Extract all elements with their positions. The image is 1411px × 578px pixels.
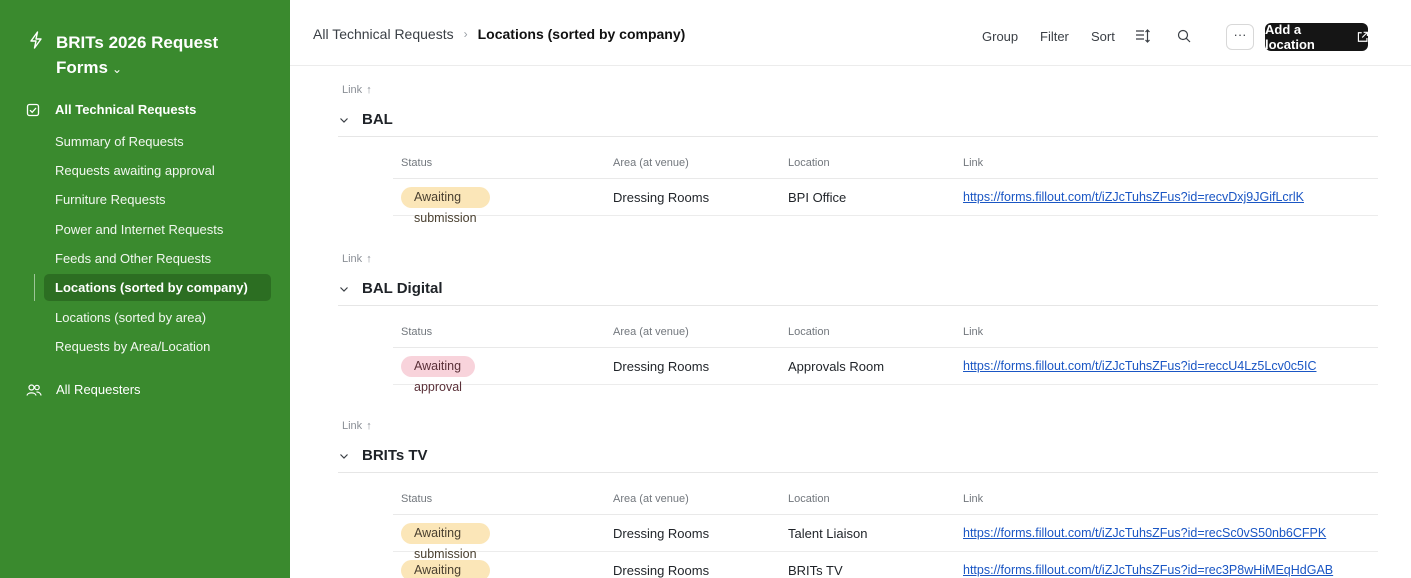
bolt-icon xyxy=(30,31,42,49)
column-header-area[interactable]: Area (at venue) xyxy=(613,483,689,515)
sidebar-item-all-requesters[interactable]: All Requesters xyxy=(26,382,141,397)
form-link[interactable]: https://forms.fillout.com/t/iZJcTuhsZFus… xyxy=(963,179,1304,216)
group-name: BRITs TV xyxy=(362,447,428,464)
group-table: Status Area (at venue) Location Link Awa… xyxy=(393,147,1378,225)
status-badge: Awaiting submission xyxy=(401,187,490,225)
search-icon[interactable] xyxy=(1176,28,1192,44)
breadcrumb-current: Locations (sorted by company) xyxy=(477,26,686,42)
sort-button[interactable]: Sort xyxy=(1091,29,1115,44)
status-badge: Awaiting submission xyxy=(401,523,490,561)
sidebar-item-locations-company[interactable]: Locations (sorted by company) xyxy=(44,274,271,301)
add-location-button[interactable]: Add a location xyxy=(1265,22,1368,52)
sidebar-item-power-internet[interactable]: Power and Internet Requests xyxy=(44,216,271,243)
form-link[interactable]: https://forms.fillout.com/t/iZJcTuhsZFus… xyxy=(963,348,1316,385)
app-title[interactable]: BRITs 2026 Request Forms ⌄ xyxy=(28,30,236,82)
location-cell: BPI Office xyxy=(788,190,847,205)
chevron-right-icon: › xyxy=(463,27,468,41)
table-row[interactable]: Awaiting submission Dressing Rooms BPI O… xyxy=(393,179,1378,225)
sidebar-item-awaiting-approval[interactable]: Requests awaiting approval xyxy=(44,157,271,184)
column-header-area[interactable]: Area (at venue) xyxy=(613,316,689,348)
column-header-location[interactable]: Location xyxy=(788,483,830,515)
sidebar-item-by-area-location[interactable]: Requests by Area/Location xyxy=(44,333,271,360)
sidebar: BRITs 2026 Request Forms ⌄ All Technical … xyxy=(0,0,290,578)
group-sort-label[interactable]: Link ↑ xyxy=(342,253,372,265)
group-name: BAL xyxy=(362,111,393,128)
area-cell: Dressing Rooms xyxy=(613,526,710,541)
checkbox-icon xyxy=(26,103,40,116)
location-cell: BRITs TV xyxy=(788,563,843,578)
table-row[interactable]: Awaiting submission Dressing Rooms Talen… xyxy=(393,515,1378,561)
column-header-link[interactable]: Link xyxy=(963,147,983,179)
form-link[interactable]: https://forms.fillout.com/t/iZJcTuhsZFus… xyxy=(963,552,1333,578)
arrow-up-icon: ↑ xyxy=(366,420,372,432)
group-table: Status Area (at venue) Location Link Awa… xyxy=(393,483,1378,578)
location-cell: Talent Liaison xyxy=(788,526,868,541)
table-header: Status Area (at venue) Location Link xyxy=(393,483,1378,515)
table-header: Status Area (at venue) Location Link xyxy=(393,316,1378,348)
people-icon xyxy=(26,383,42,396)
sidebar-item-locations-area[interactable]: Locations (sorted by area) xyxy=(44,304,271,331)
breadcrumb: All Technical Requests › Locations (sort… xyxy=(313,26,685,42)
group-sort-label[interactable]: Link ↑ xyxy=(342,84,372,96)
group-header[interactable]: BAL Digital xyxy=(338,272,1378,306)
chevron-down-icon[interactable]: ⌄ xyxy=(112,62,122,76)
status-badge: Awaiting approval xyxy=(401,356,475,394)
arrow-up-icon: ↑ xyxy=(366,84,372,96)
group-header[interactable]: BAL xyxy=(338,103,1378,137)
area-cell: Dressing Rooms xyxy=(613,563,710,578)
group-button[interactable]: Group xyxy=(982,29,1018,44)
row-height-icon[interactable] xyxy=(1135,28,1151,44)
chevron-down-icon[interactable] xyxy=(338,450,350,462)
arrow-up-icon: ↑ xyxy=(366,253,372,265)
group-sort-label[interactable]: Link ↑ xyxy=(342,420,372,432)
status-badge: Awaiting submission xyxy=(401,560,490,578)
column-header-status[interactable]: Status xyxy=(401,316,432,348)
table-row[interactable]: Awaiting submission Dressing Rooms BRITs… xyxy=(393,552,1378,578)
chevron-down-icon[interactable] xyxy=(338,283,350,295)
location-cell: Approvals Room xyxy=(788,359,885,374)
header: All Technical Requests › Locations (sort… xyxy=(290,0,1411,66)
external-link-icon xyxy=(1357,31,1368,42)
column-header-area[interactable]: Area (at venue) xyxy=(613,147,689,179)
requesters-label: All Requesters xyxy=(56,382,141,397)
group-header[interactable]: BRITs TV xyxy=(338,439,1378,473)
area-cell: Dressing Rooms xyxy=(613,190,710,205)
filter-button[interactable]: Filter xyxy=(1040,29,1069,44)
column-header-status[interactable]: Status xyxy=(401,147,432,179)
column-header-location[interactable]: Location xyxy=(788,316,830,348)
sidebar-section-technical-requests[interactable]: All Technical Requests xyxy=(26,102,196,117)
table-row[interactable]: Awaiting approval Dressing Rooms Approva… xyxy=(393,348,1378,394)
sidebar-item-summary[interactable]: Summary of Requests xyxy=(44,128,271,155)
table-header: Status Area (at venue) Location Link xyxy=(393,147,1378,179)
column-header-link[interactable]: Link xyxy=(963,483,983,515)
group-name: BAL Digital xyxy=(362,280,443,297)
grouped-table: Link ↑ BAL Status Area (at venue) Locatio… xyxy=(290,66,1411,578)
column-header-location[interactable]: Location xyxy=(788,147,830,179)
form-link[interactable]: https://forms.fillout.com/t/iZJcTuhsZFus… xyxy=(963,515,1326,552)
area-cell: Dressing Rooms xyxy=(613,359,710,374)
column-header-status[interactable]: Status xyxy=(401,483,432,515)
group-table: Status Area (at venue) Location Link Awa… xyxy=(393,316,1378,394)
sidebar-item-furniture[interactable]: Furniture Requests xyxy=(44,186,271,213)
add-location-label: Add a location xyxy=(1265,22,1315,52)
breadcrumb-parent[interactable]: All Technical Requests xyxy=(313,26,454,42)
active-indicator xyxy=(34,274,35,301)
more-options-button[interactable]: ··· xyxy=(1226,24,1254,50)
app-title-text: BRITs 2026 Request Forms xyxy=(56,33,219,77)
sidebar-section-label: All Technical Requests xyxy=(55,102,197,117)
column-header-link[interactable]: Link xyxy=(963,316,983,348)
sidebar-item-feeds[interactable]: Feeds and Other Requests xyxy=(44,245,271,272)
chevron-down-icon[interactable] xyxy=(338,114,350,126)
